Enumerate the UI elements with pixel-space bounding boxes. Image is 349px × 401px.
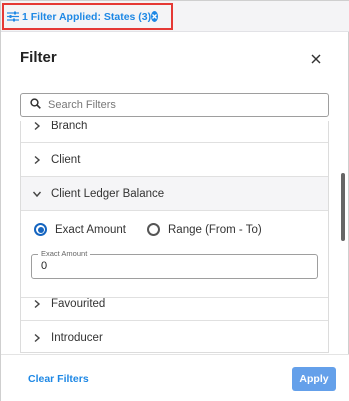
list-item-label: Introducer <box>51 331 103 344</box>
list-item-favourited[interactable]: Favourited <box>21 287 328 321</box>
close-icon[interactable] <box>308 51 324 67</box>
applied-filter-chip[interactable]: 1 Filter Applied: States (3) <box>2 3 173 30</box>
ledger-balance-options: Exact Amount Range (From - To) Exact Amo… <box>21 211 328 298</box>
scrollbar-thumb[interactable] <box>341 173 345 241</box>
list-item-label: Client <box>51 153 81 166</box>
radio-range[interactable]: Range (From - To) <box>147 223 262 236</box>
apply-button[interactable]: Apply <box>292 367 336 391</box>
chevron-right-icon <box>32 333 42 343</box>
list-item-label: Branch <box>51 121 88 132</box>
clear-filters-link[interactable]: Clear Filters <box>28 373 89 385</box>
exact-amount-label: Exact Amount <box>38 249 91 258</box>
list-item-label: Client Ledger Balance <box>51 187 165 200</box>
close-circle-icon[interactable] <box>151 11 159 22</box>
applied-filters-bar: 1 Filter Applied: States (3) <box>1 1 349 32</box>
filter-panel: 1 Filter Applied: States (3) Filter Sear… <box>0 0 349 401</box>
radio-unchecked-icon <box>147 223 160 236</box>
filter-list: Branch Client Client Ledger Balance Exac… <box>20 121 329 353</box>
chevron-right-icon <box>32 155 42 165</box>
list-item-client-ledger-balance[interactable]: Client Ledger Balance <box>21 177 328 211</box>
applied-filter-label: 1 Filter Applied: States (3) <box>22 10 152 23</box>
radio-label: Exact Amount <box>55 223 126 236</box>
filter-header: Filter <box>1 32 349 88</box>
chevron-down-icon <box>32 189 42 199</box>
chevron-right-icon <box>32 121 42 131</box>
list-item-client[interactable]: Client <box>21 143 328 177</box>
search-box <box>20 93 329 117</box>
exact-amount-input[interactable] <box>41 260 301 272</box>
chevron-right-icon <box>32 299 42 309</box>
search-input[interactable] <box>48 99 318 111</box>
list-item-label: Favourited <box>51 297 106 310</box>
radio-exact-amount[interactable]: Exact Amount <box>34 223 126 236</box>
filter-sliders-icon <box>7 11 19 23</box>
page-title: Filter <box>20 49 57 66</box>
list-item-branch[interactable]: Branch <box>21 121 328 143</box>
search-icon <box>30 96 41 114</box>
radio-label: Range (From - To) <box>168 223 262 236</box>
radio-checked-icon <box>34 223 47 236</box>
list-item-introducer[interactable]: Introducer <box>21 321 328 352</box>
exact-amount-field: Exact Amount <box>31 249 318 279</box>
filter-footer: Clear Filters Apply <box>1 354 349 401</box>
